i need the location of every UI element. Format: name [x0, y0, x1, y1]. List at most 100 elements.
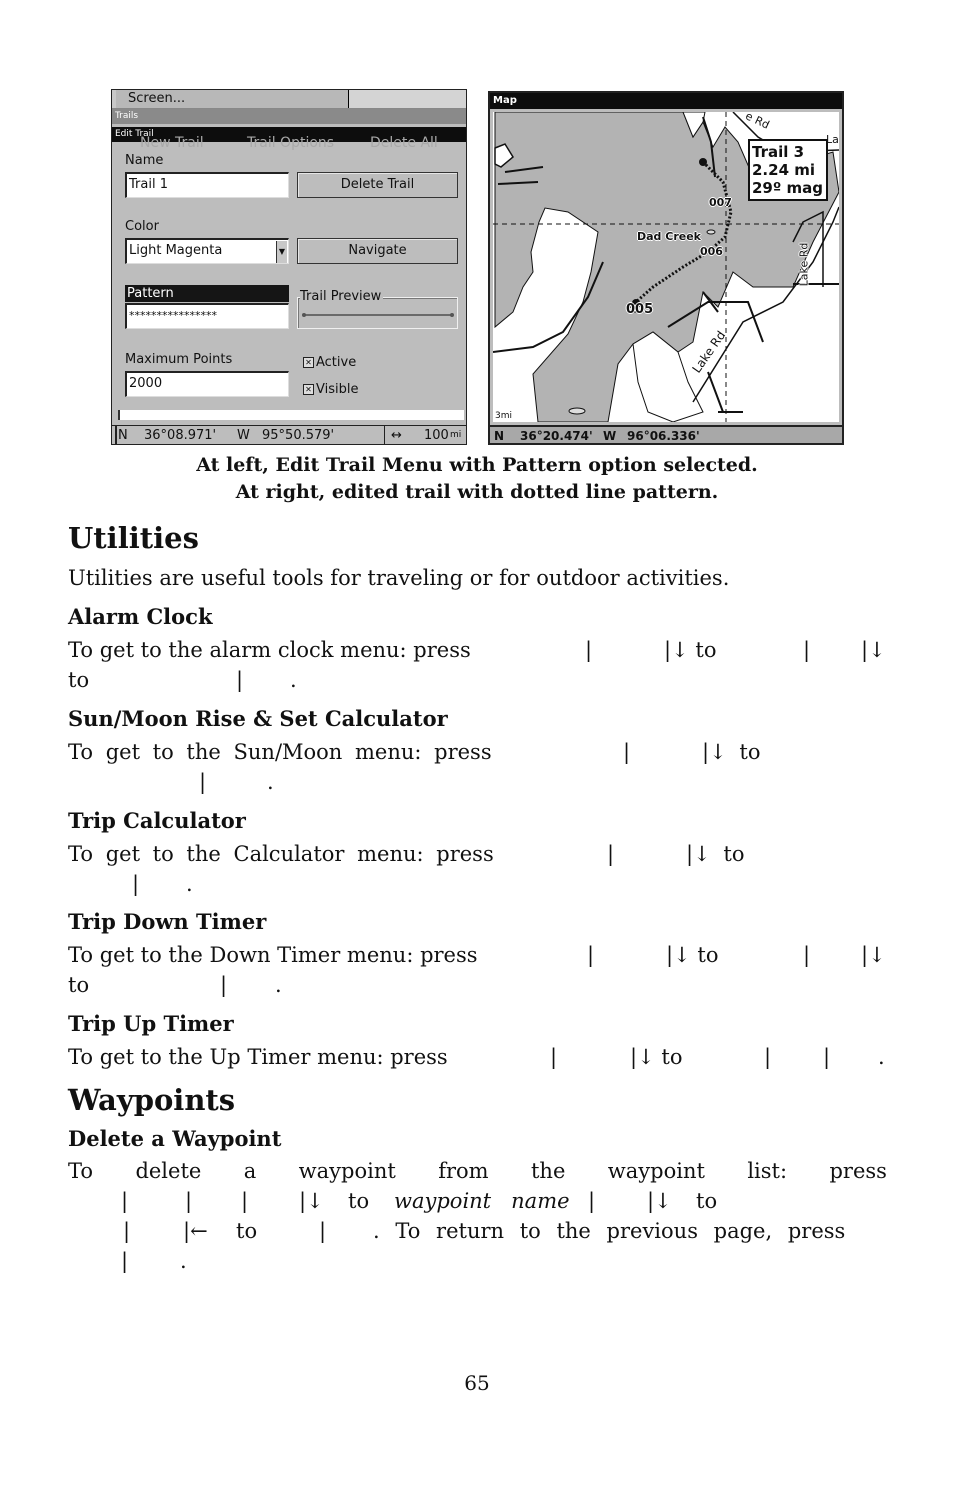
separator: |: [121, 1249, 129, 1273]
word: from: [438, 1159, 489, 1183]
period: .: [180, 1249, 187, 1273]
trip-down-timer-line1: To get to the Down Timer menu: press: [68, 943, 478, 967]
lon-hemisphere: W: [603, 429, 617, 443]
trail-distance: 2.24 mi: [752, 161, 816, 179]
to-word: to: [696, 1189, 718, 1213]
separator: |: [803, 638, 811, 662]
separator: |: [319, 1219, 327, 1243]
trip-calculator-heading: Trip Calculator: [68, 808, 246, 833]
separator: |: [132, 872, 140, 896]
fish-waypoint-icon: [568, 407, 586, 415]
separator: |: [803, 943, 811, 967]
map-scale: 3mi: [495, 411, 512, 421]
pattern-field[interactable]: ****************: [125, 303, 289, 329]
trip-down-timer-text: To get to the Down Timer menu: press | |…: [68, 943, 887, 967]
alarm-clock-heading: Alarm Clock: [68, 604, 213, 629]
left-arrow-icon: |←: [183, 1219, 208, 1243]
down-arrow-icon: |↓ to: [664, 638, 717, 662]
dad-creek-label: Dad Creek: [637, 230, 701, 243]
word: a: [243, 1159, 257, 1183]
down-arrow-icon: |↓ to: [666, 943, 719, 967]
latitude: 36°08.971': [144, 428, 217, 443]
active-checkbox[interactable]: ✕ Active: [303, 355, 356, 370]
trip-up-timer-text: To get to the Up Timer menu: press | |↓ …: [68, 1045, 887, 1069]
utilities-intro: Utilities are useful tools for traveling…: [68, 566, 730, 590]
utilities-heading: Utilities: [68, 521, 199, 555]
sun-moon-line1: To get to the Sun/Moon menu: press: [68, 740, 492, 764]
screen-menu[interactable]: Screen...: [116, 90, 348, 108]
waypoint-007-label[interactable]: 007: [709, 196, 732, 209]
edit-trail-screenshot: Screen... Trails Edit Trail New Trail Tr…: [111, 89, 467, 445]
trail-name: Trail 3: [752, 143, 805, 161]
word: waypoint: [607, 1159, 705, 1183]
separator: |: [623, 740, 631, 764]
down-arrow-icon: |↓: [299, 1189, 324, 1213]
period: .: [290, 668, 297, 692]
separator: |: [764, 1045, 772, 1069]
lake-rd-vertical-label: Lake Rd: [797, 242, 811, 287]
separator: |: [550, 1045, 558, 1069]
dropdown-arrow-icon[interactable]: ▼: [276, 241, 287, 263]
separator: |: [121, 1189, 129, 1213]
map-strip: [348, 90, 466, 108]
zoom-range-icon: ↔: [384, 426, 402, 444]
lat-hemisphere: N: [494, 429, 505, 443]
delete-waypoint-line1: To delete a waypoint from the waypoint l…: [68, 1159, 887, 1183]
ghost-new-trail: New Trail: [140, 135, 204, 151]
waypoint-006-label[interactable]: 006: [700, 245, 723, 258]
separator: |: [220, 973, 228, 997]
to-word: to: [348, 1189, 370, 1213]
pattern-label-selected[interactable]: Pattern: [125, 285, 289, 302]
waypoint-005-label[interactable]: 005: [626, 302, 653, 317]
trail-preview-line: [302, 313, 454, 317]
trail-preview-box: Trail Preview: [297, 289, 458, 329]
to-word: to: [236, 1219, 258, 1243]
down-arrow-icon: |↓ to: [630, 1045, 683, 1069]
separator: |: [585, 638, 593, 662]
sun-moon-text: To get to the Sun/Moon menu: press | |↓ …: [68, 740, 887, 764]
to-word: to: [68, 973, 90, 997]
figure-caption-line-2: At right, edited trail with dotted line …: [235, 481, 719, 503]
separator: |: [199, 770, 207, 794]
separator: |: [607, 842, 615, 866]
word: list:: [747, 1159, 788, 1183]
max-points-label: Maximum Points: [125, 352, 233, 367]
word: delete: [135, 1159, 202, 1183]
max-points-field[interactable]: 2000: [125, 371, 289, 397]
map-screenshot: Map 007 Dad Creek 006 005 Lake Rd Lake R…: [488, 91, 844, 445]
position-status-bar: N 36°08.971' W 95°50.579' ↔ 100 mi: [112, 425, 466, 444]
visible-checkbox[interactable]: ✕ Visible: [303, 382, 358, 397]
navigate-button[interactable]: Navigate: [297, 238, 458, 264]
scroll-strip: [118, 410, 464, 420]
delete-waypoint-heading: Delete a Waypoint: [68, 1126, 282, 1151]
map-position-status-bar: N 36°20.474' W 96°06.336': [490, 425, 842, 443]
waypoint-icon: [706, 229, 716, 235]
map-title-bar: Map: [490, 93, 842, 109]
lat-hemisphere: N: [115, 426, 128, 444]
separator: |: [123, 1219, 131, 1243]
color-label: Color: [125, 219, 159, 234]
ghost-trail-options: Trail Options: [247, 135, 335, 151]
name-field[interactable]: Trail 1: [125, 172, 289, 198]
trip-calculator-line1: To get to the Calculator menu: press: [68, 842, 494, 866]
color-dropdown[interactable]: Light Magenta ▼: [125, 238, 289, 264]
down-arrow-icon: |↓ to: [702, 740, 761, 764]
down-arrow-icon: |↓: [861, 638, 886, 662]
down-arrow-icon: |↓: [861, 943, 886, 967]
separator: |: [241, 1189, 249, 1213]
waypoints-heading: Waypoints: [68, 1083, 236, 1117]
trip-calculator-text: To get to the Calculator menu: press | |…: [68, 842, 887, 866]
trip-down-timer-heading: Trip Down Timer: [68, 909, 267, 934]
return-text: . To return to the previous page, press: [373, 1219, 846, 1243]
latitude: 36°20.474': [520, 429, 593, 443]
trip-up-timer-heading: Trip Up Timer: [68, 1011, 234, 1036]
figure-caption-line-1: At left, Edit Trail Menu with Pattern op…: [196, 454, 758, 476]
period: .: [878, 1045, 885, 1069]
longitude: 95°50.579': [262, 428, 335, 443]
down-arrow-icon: |↓: [647, 1189, 672, 1213]
period: .: [186, 872, 193, 896]
period: .: [275, 973, 282, 997]
zoom-unit: mi: [450, 430, 462, 440]
delete-trail-button[interactable]: Delete Trail: [297, 172, 458, 198]
zoom-value: 100: [424, 428, 449, 443]
